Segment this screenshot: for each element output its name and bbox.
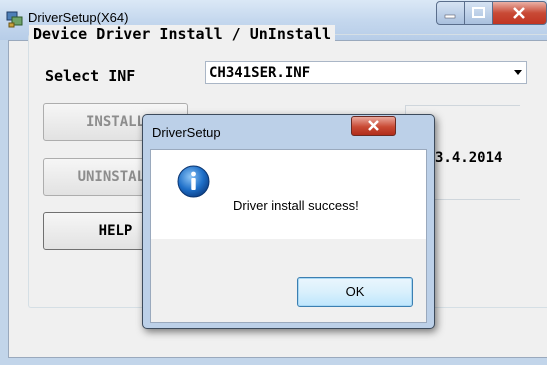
close-icon (368, 120, 379, 131)
minimize-icon (444, 14, 456, 19)
driver-setup-icon (6, 11, 23, 28)
dialog-close-button[interactable] (351, 116, 396, 136)
success-dialog: DriverSetup Driver install success! OK (142, 114, 435, 329)
ok-button[interactable]: OK (297, 277, 413, 307)
close-icon (513, 7, 525, 19)
minimize-button[interactable] (436, 1, 465, 25)
dialog-message: Driver install success! (233, 198, 359, 213)
group-title: Device Driver Install / UnInstall (29, 25, 336, 43)
select-inf-label: Select INF (45, 67, 136, 85)
info-icon (177, 165, 210, 198)
driver-date: 3.4.2014 (435, 150, 503, 166)
maximize-button[interactable] (465, 1, 493, 25)
maximize-icon (472, 7, 485, 18)
close-button[interactable] (493, 1, 547, 25)
dialog-title: DriverSetup (152, 125, 221, 140)
chevron-down-icon[interactable] (514, 70, 522, 75)
inf-select[interactable]: CH341SER.INF (205, 61, 527, 84)
window-title: DriverSetup(X64) (28, 10, 129, 25)
inf-select-value: CH341SER.INF (209, 65, 311, 81)
